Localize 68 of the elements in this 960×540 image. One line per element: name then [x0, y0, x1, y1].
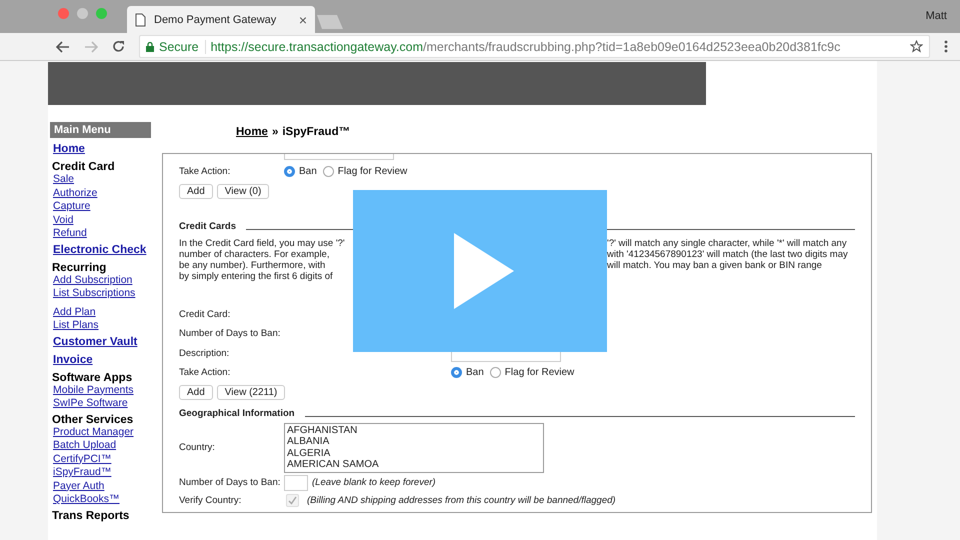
form-button[interactable]: Add — [179, 384, 213, 400]
radio-option[interactable]: Ban — [451, 367, 484, 378]
menu-link[interactable]: Sale — [50, 173, 151, 186]
menu-link[interactable]: Add Subscription — [50, 274, 151, 287]
list-option[interactable]: ALGERIA — [287, 448, 541, 459]
menu-link[interactable]: Product Manager — [50, 426, 151, 439]
section-title: Credit Cards — [179, 220, 236, 232]
country-list[interactable]: AFGHANISTAN ALBANIA ALGERIA AMERICAN SAMOA — [284, 422, 544, 472]
help-text: with '41234567890123' will match (the last two digits may — [607, 248, 848, 260]
url-text: https://secure.transactiongateway.com/merchants/fraudscrubbing.php?tid=1a8eb09e0164d2523eea0b20d381fc9c — [210, 40, 842, 54]
help-text: In the Credit Card field, you may use '?' — [179, 238, 346, 248]
field-label: Take Action: — [179, 166, 232, 178]
field-label: Number of Days to Ban: — [179, 328, 282, 340]
hint-text: (Billing AND shipping addresses from this country will be banned/flagged) — [307, 495, 616, 506]
field-label: Description: — [179, 348, 230, 359]
form-button[interactable]: View (2211) — [216, 384, 286, 400]
help-text: be any number). Furthermore, with — [179, 260, 326, 270]
breadcrumb-link[interactable]: Home — [236, 126, 268, 153]
menu-link[interactable]: List Subscriptions — [50, 287, 151, 300]
breadcrumb-separator: » — [272, 126, 278, 140]
menu-section-title: Software Apps — [51, 370, 134, 384]
field-label: Verify Country: — [179, 495, 242, 506]
address-bar[interactable]: Secure https://secure.transactiongateway.com/merchants/fraudscrubbing.php?tid=1a8eb09e0164d2523eea0b20d381fc9c — [139, 35, 930, 58]
menu-link[interactable]: Capture — [50, 200, 151, 214]
menu-section-title: Recurring — [51, 260, 108, 274]
hint-text: (Leave blank to keep forever) — [312, 477, 436, 488]
help-text: by simply entering the first 6 digits of — [179, 270, 334, 282]
menu-heading: Main Menu — [50, 122, 151, 138]
menu-link[interactable]: Customer Vault — [50, 332, 151, 350]
field-label: Country: — [179, 442, 216, 453]
menu-link[interactable]: Mobile Payments — [50, 384, 151, 397]
menu-link[interactable]: List Plans — [50, 319, 151, 332]
menu-link[interactable]: Batch Upload — [50, 439, 151, 452]
help-text: number of characters. For example, — [179, 248, 330, 260]
menu-link[interactable]: SwIPe Software — [50, 397, 151, 410]
menu-link[interactable]: Add Plan — [50, 306, 151, 319]
field-label: Number of Days to Ban: — [179, 477, 282, 488]
menu-link[interactable]: Home — [50, 140, 151, 158]
field-label: Take Action: — [179, 367, 232, 378]
form-button[interactable]: Add — [179, 184, 213, 198]
radio-option[interactable]: Ban — [284, 166, 317, 178]
form-button[interactable]: View (0) — [216, 184, 270, 198]
section-title: Geographical Information — [179, 408, 295, 418]
user-name: Matt — [926, 10, 947, 22]
menu-link[interactable]: CertifyPCI™ — [50, 452, 151, 466]
menu-link[interactable]: Authorize — [50, 186, 151, 200]
list-option[interactable]: ALBANIA — [287, 436, 541, 448]
help-text: '?' will match any single character, while '*' will match any — [607, 238, 847, 248]
radio-option[interactable]: Flag for Review — [322, 166, 408, 178]
close-tab-button[interactable]: × — [298, 12, 307, 28]
secure-label: Secure — [159, 40, 206, 54]
list-option[interactable]: AMERICAN SAMOA — [287, 459, 541, 470]
menu-link[interactable]: Payer Auth — [50, 480, 151, 493]
menu-link[interactable]: Refund — [50, 227, 151, 240]
browser-tab[interactable]: Demo Payment Gateway × — [127, 6, 315, 33]
menu-section-title: Other Services — [51, 412, 134, 426]
menu-link[interactable]: Invoice — [50, 350, 151, 368]
menu-section-title: Trans Reports — [51, 508, 130, 522]
menu-link[interactable]: Electronic Check — [50, 240, 151, 258]
field-label: Credit Card: — [179, 308, 232, 320]
menu-link[interactable]: Void — [50, 214, 151, 227]
list-option[interactable]: AFGHANISTAN — [287, 424, 541, 436]
menu-link[interactable]: QuickBooks™ — [50, 493, 151, 506]
menu-link[interactable]: iSpyFraud™ — [50, 466, 151, 480]
radio-option[interactable]: Flag for Review — [490, 367, 574, 378]
help-text: will match. You may ban a given bank or BIN range — [607, 260, 822, 270]
menu-section-title: Credit Card — [51, 160, 116, 173]
breadcrumb-current: iSpyFraud™ — [282, 126, 350, 140]
